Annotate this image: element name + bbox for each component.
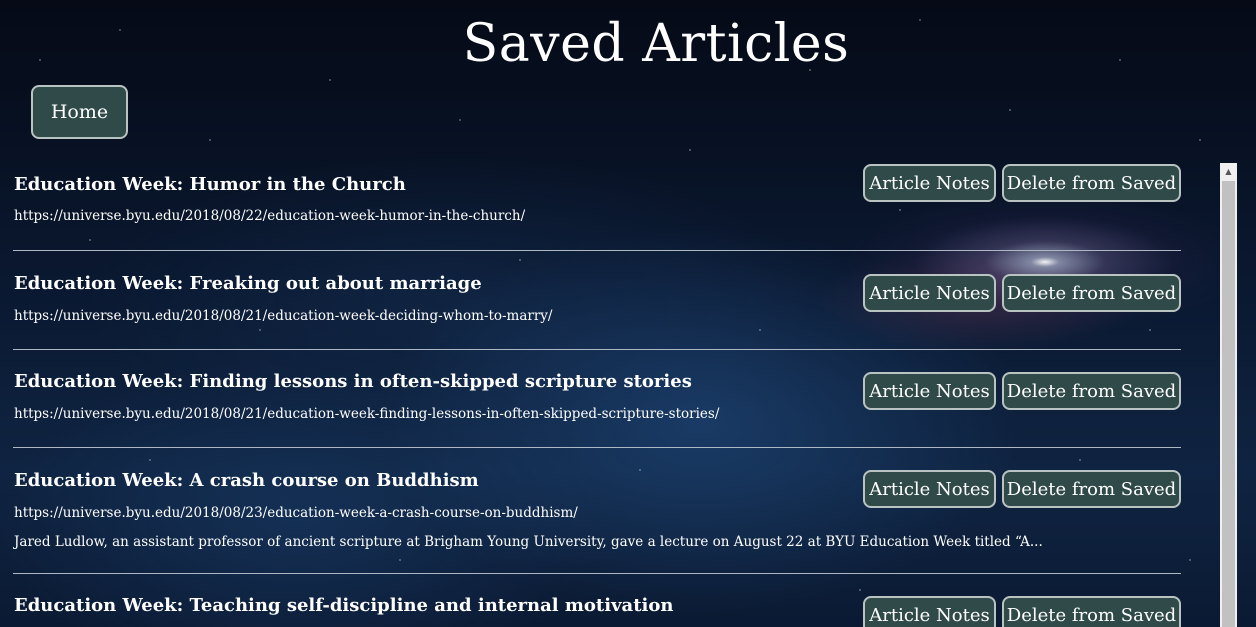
delete-from-saved-button[interactable]: Delete from Saved <box>1002 470 1181 508</box>
article-title[interactable]: Education Week: Humor in the Church <box>14 174 406 195</box>
article-notes-button[interactable]: Article Notes <box>863 372 996 410</box>
article-title[interactable]: Education Week: A crash course on Buddhi… <box>14 470 479 491</box>
article-url[interactable]: https://universe.byu.edu/2018/08/22/educ… <box>14 208 525 224</box>
article-title[interactable]: Education Week: Finding lessons in often… <box>14 371 692 392</box>
page-title: Saved Articles <box>462 14 850 74</box>
delete-from-saved-button[interactable]: Delete from Saved <box>1002 596 1181 627</box>
delete-from-saved-button[interactable]: Delete from Saved <box>1002 274 1181 312</box>
article-item: Education Week: Humor in the Church http… <box>13 160 1181 251</box>
article-url[interactable]: https://universe.byu.edu/2018/08/23/educ… <box>14 505 578 521</box>
article-item: Education Week: A crash course on Buddhi… <box>13 448 1181 574</box>
vertical-scrollbar[interactable]: ▲ <box>1220 163 1237 627</box>
article-title[interactable]: Education Week: Freaking out about marri… <box>14 273 482 294</box>
delete-from-saved-button[interactable]: Delete from Saved <box>1002 164 1181 202</box>
article-item: Education Week: Teaching self-discipline… <box>13 574 1181 627</box>
article-title[interactable]: Education Week: Teaching self-discipline… <box>14 595 673 616</box>
article-summary: Jared Ludlow, an assistant professor of … <box>14 534 1043 550</box>
article-item: Education Week: Finding lessons in often… <box>13 350 1181 448</box>
saved-articles-list: Education Week: Humor in the Church http… <box>13 160 1181 627</box>
article-item: Education Week: Freaking out about marri… <box>13 251 1181 350</box>
scroll-up-arrow-icon[interactable]: ▲ <box>1220 163 1237 180</box>
article-notes-button[interactable]: Article Notes <box>863 274 996 312</box>
article-notes-button[interactable]: Article Notes <box>863 470 996 508</box>
article-url[interactable]: https://universe.byu.edu/2018/08/21/educ… <box>14 308 552 324</box>
home-button[interactable]: Home <box>31 85 128 139</box>
scrollbar-thumb[interactable] <box>1222 181 1235 627</box>
article-notes-button[interactable]: Article Notes <box>863 596 996 627</box>
article-url[interactable]: https://universe.byu.edu/2018/08/21/educ… <box>14 406 719 422</box>
article-notes-button[interactable]: Article Notes <box>863 164 996 202</box>
delete-from-saved-button[interactable]: Delete from Saved <box>1002 372 1181 410</box>
